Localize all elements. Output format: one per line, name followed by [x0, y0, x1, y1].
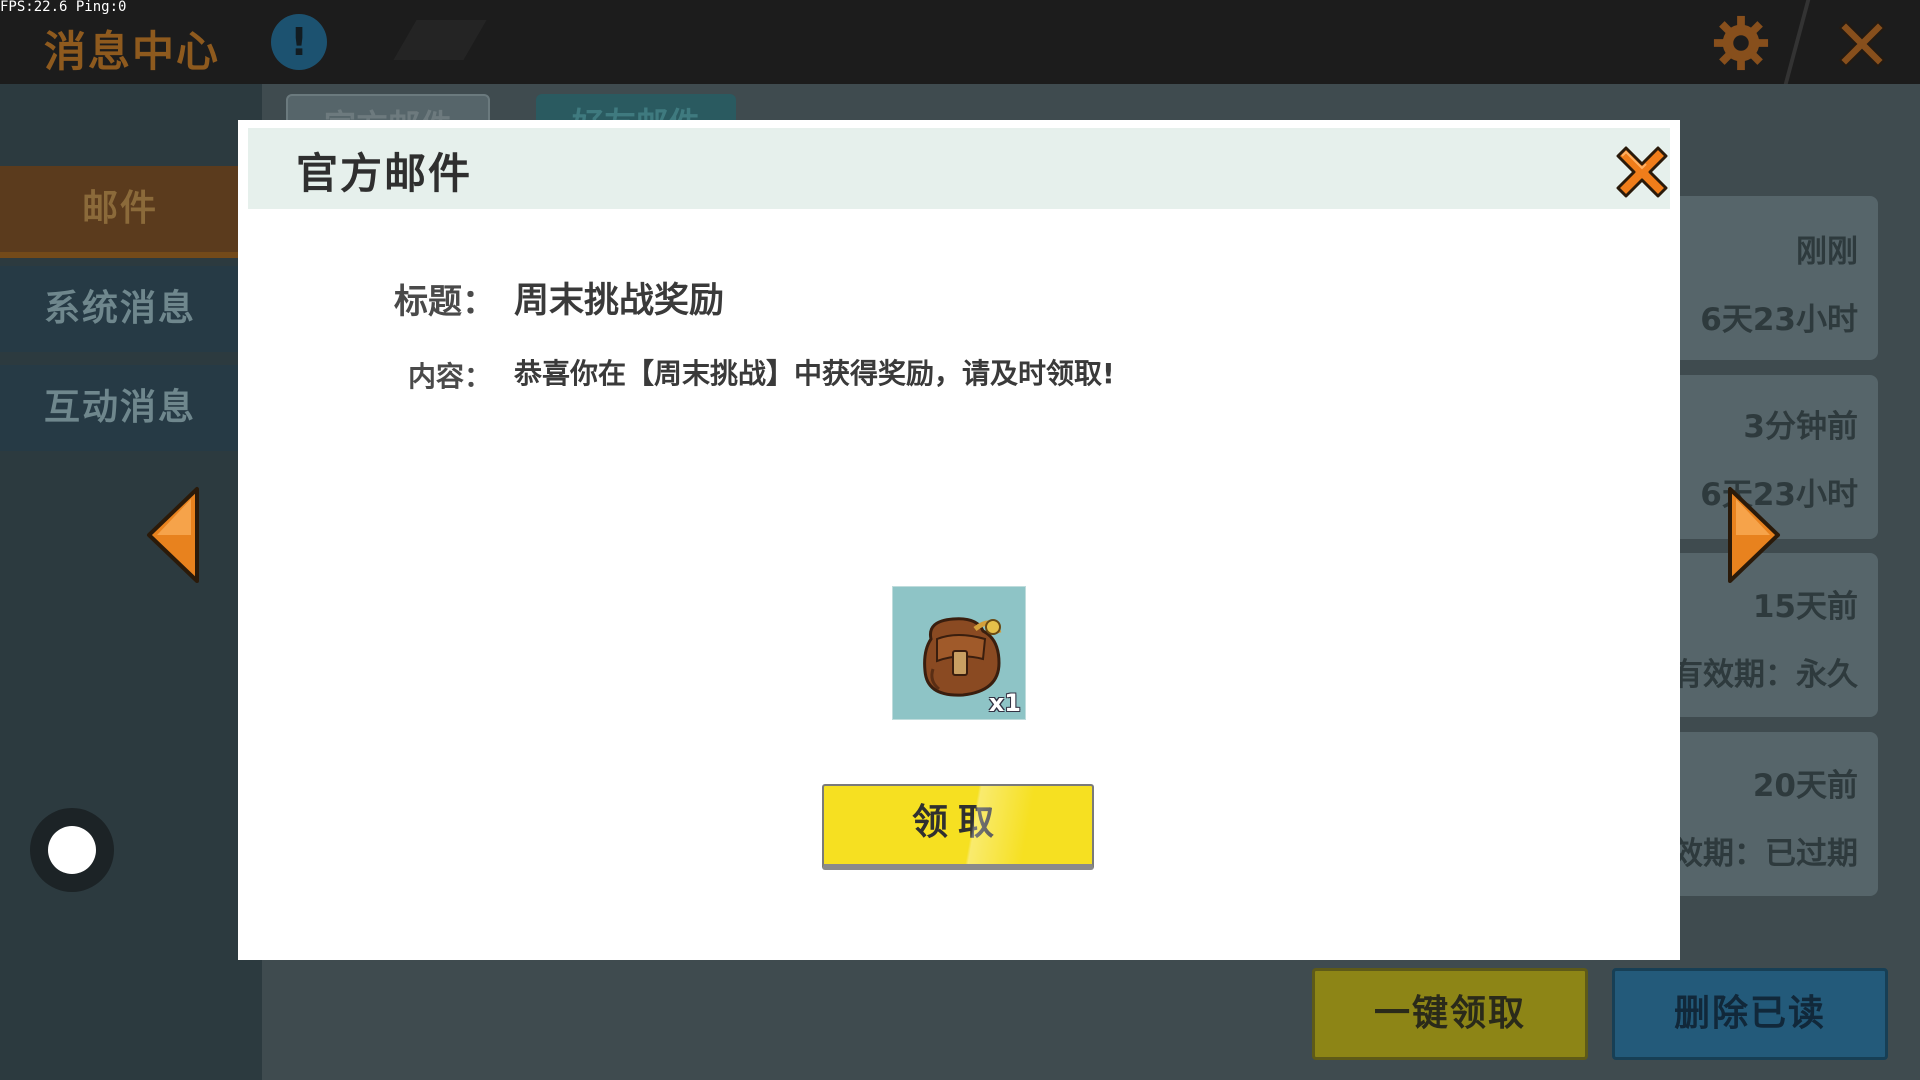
decorative-slash — [393, 20, 487, 60]
mail-list-item[interactable]: 20天前 有效期：已过期 — [1641, 732, 1878, 896]
reward-item-slot[interactable]: x1 — [892, 586, 1026, 720]
subject-value: 周末挑战奖励 — [514, 281, 725, 321]
mail-time: 20天前 — [1752, 768, 1858, 804]
backpack-icon — [923, 617, 1002, 697]
joystick-dot — [48, 826, 96, 874]
next-arrow-icon[interactable] — [1722, 485, 1782, 585]
floating-joystick[interactable] — [30, 808, 114, 892]
game-screen: FPS:22.6 Ping:0 消息中心 ! 邮件 系统消息 互动消息 刚刚 6… — [0, 0, 1920, 1080]
mail-expiry: 有效期：永久 — [1672, 657, 1858, 693]
fps-readout: FPS:22.6 Ping:0 — [0, 0, 127, 15]
message-center-title: 消息中心 — [44, 27, 221, 76]
reward-quantity: x1 — [988, 689, 1021, 717]
mail-list-item[interactable]: 刚刚 6天23小时 — [1668, 196, 1878, 360]
sidebar-item-interaction-messages[interactable]: 互动消息 — [0, 365, 240, 451]
mail-time: 3分钟前 — [1743, 409, 1858, 445]
content-value: 恭喜你在【周末挑战】中获得奖励，请及时领取! — [514, 357, 1115, 390]
sidebar-item-system-messages[interactable]: 系统消息 — [0, 266, 240, 352]
close-icon[interactable] — [1832, 14, 1892, 74]
subject-label: 标题： — [394, 282, 496, 322]
info-icon[interactable]: ! — [271, 14, 327, 70]
sidebar-item-mail[interactable]: 邮件 — [0, 166, 240, 258]
claim-button[interactable]: 领取 — [822, 784, 1094, 870]
gear-icon[interactable] — [1712, 14, 1770, 72]
mail-expiry: 6天23小时 — [1700, 302, 1858, 338]
sidebar: 邮件 系统消息 互动消息 — [0, 84, 262, 1080]
claim-all-button[interactable]: 一键领取 — [1312, 968, 1588, 1060]
top-bar: FPS:22.6 Ping:0 消息中心 ! — [0, 0, 1920, 84]
close-icon[interactable] — [1612, 142, 1672, 202]
dialog-title: 官方邮件 — [296, 149, 473, 198]
previous-arrow-icon[interactable] — [145, 485, 205, 585]
claim-button-label: 领取 — [911, 802, 1004, 843]
content-label: 内容： — [408, 360, 493, 393]
delete-read-button[interactable]: 删除已读 — [1612, 968, 1888, 1060]
dialog-header: 官方邮件 — [248, 128, 1670, 209]
mail-time: 刚刚 — [1796, 234, 1858, 270]
mail-time: 15天前 — [1752, 589, 1858, 625]
top-divider — [1783, 0, 1811, 84]
mail-detail-dialog: 官方邮件 标题： 周末挑战奖励 内容： 恭喜你在【周末挑战】中获得奖励，请及时领… — [238, 120, 1680, 960]
